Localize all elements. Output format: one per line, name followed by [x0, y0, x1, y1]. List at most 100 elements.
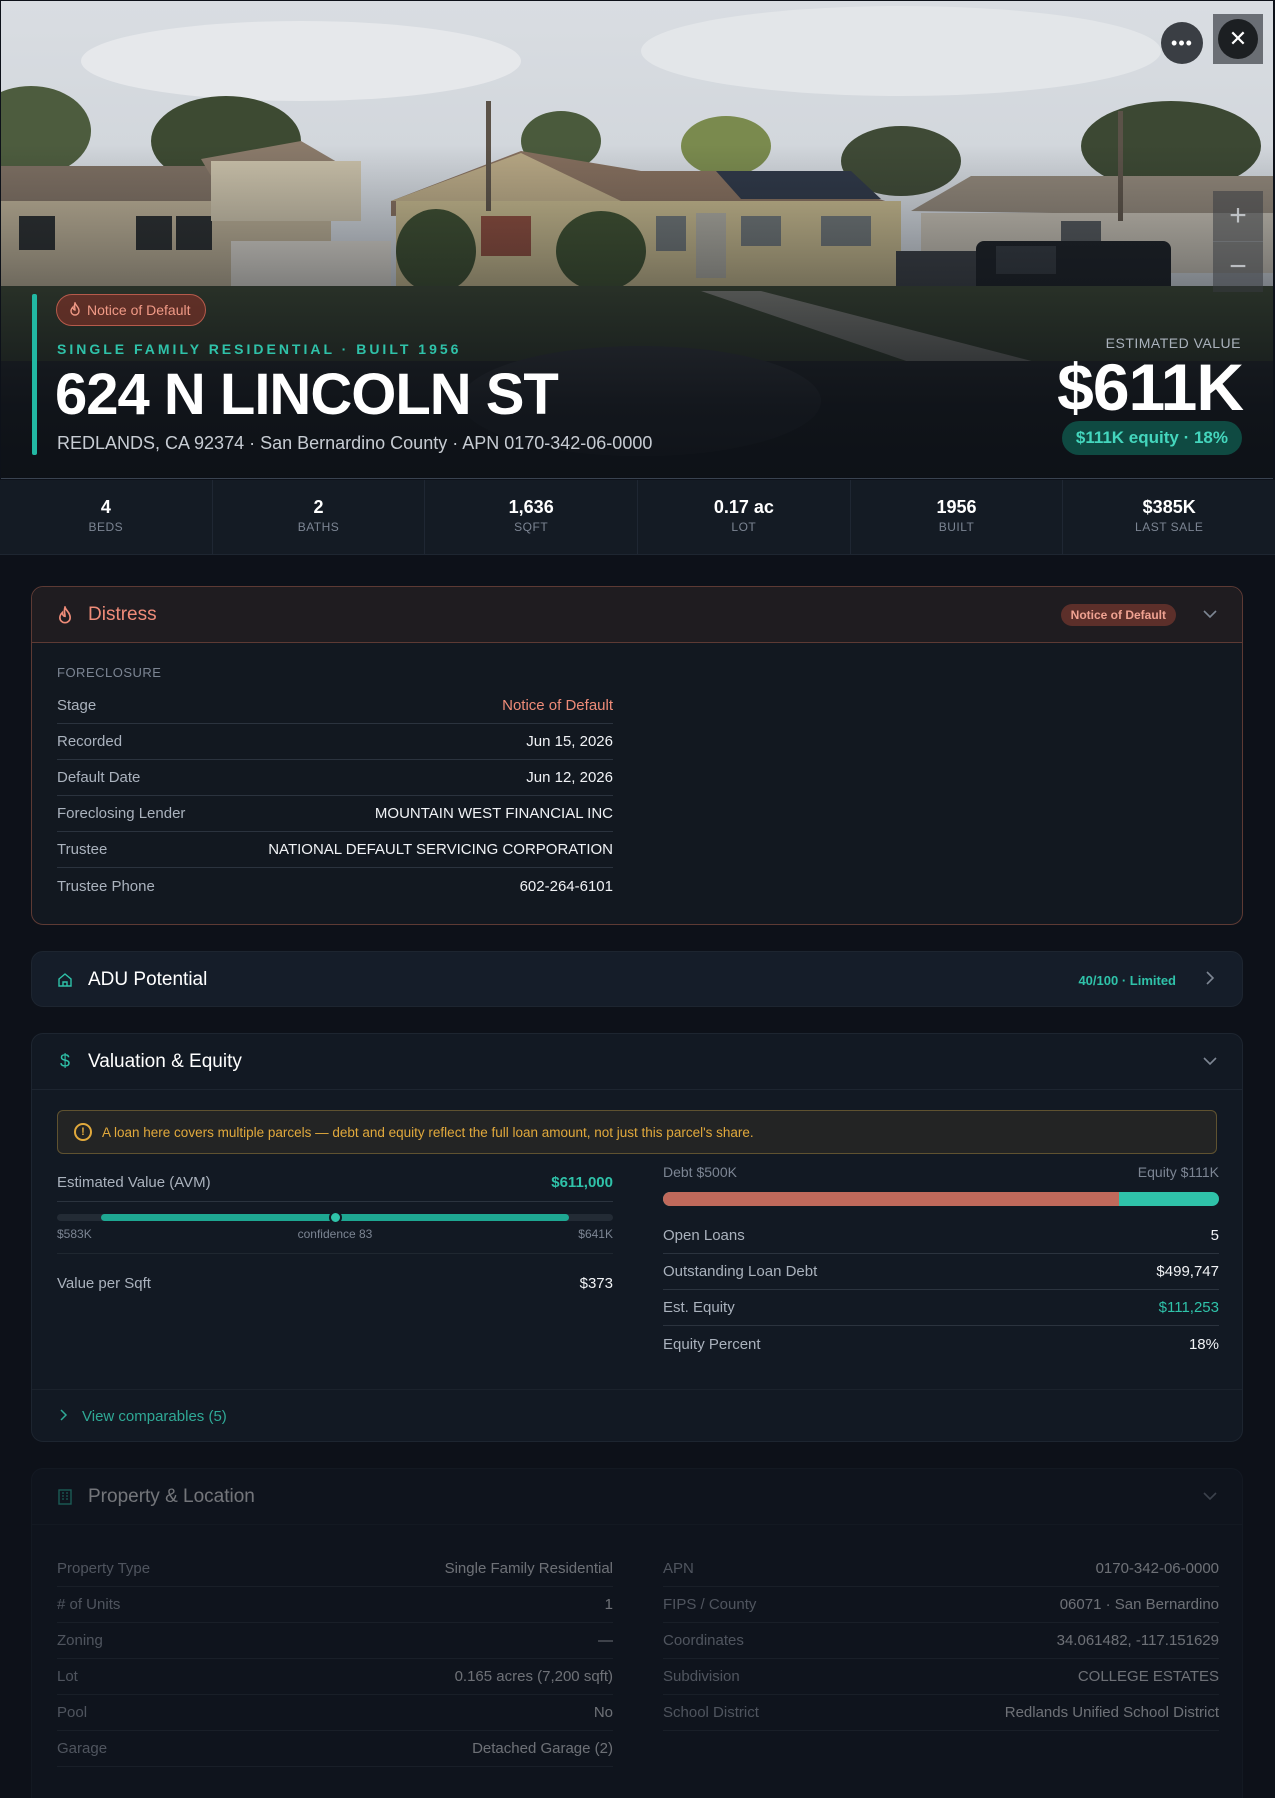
avm-label: Estimated Value (AVM) — [57, 1174, 211, 1191]
property-address: 624 N LINCOLN ST — [55, 362, 559, 427]
stat-built: 1956 BUILT — [851, 480, 1064, 554]
hero-accent-bar — [32, 294, 37, 455]
range-low: $583K — [57, 1227, 92, 1241]
stat-value: $385K — [1142, 497, 1196, 517]
kv-value: 0.165 acres (7,200 sqft) — [454, 1668, 613, 1685]
close-button[interactable]: ✕ — [1213, 14, 1263, 64]
kv-row-equity-percent: Equity Percent 18% — [663, 1326, 1219, 1362]
kv-value: $499,747 — [1156, 1263, 1219, 1280]
debt-equity-section: Debt $500K Equity $111K Open Loans 5 Out… — [663, 1164, 1219, 1362]
stat-value: 2 — [313, 497, 324, 517]
more-options-button[interactable]: ••• — [1161, 22, 1203, 64]
kv-key: Zoning — [57, 1632, 103, 1649]
kv-key: # of Units — [57, 1596, 121, 1613]
warning-icon: ! — [74, 1123, 92, 1141]
stat-label: BEDS — [88, 520, 124, 534]
kv-row-stage: Stage Notice of Default — [57, 688, 613, 724]
kv-value: COLLEGE ESTATES — [1077, 1668, 1219, 1685]
stat-label: BUILT — [938, 520, 975, 534]
kv-row-open-loans: Open Loans 5 — [663, 1218, 1219, 1254]
kv-value: 1 — [604, 1596, 613, 1613]
view-comparables-link[interactable]: View comparables (5) — [32, 1389, 1242, 1443]
vps-value: $373 — [579, 1275, 613, 1292]
kv-value: MOUNTAIN WEST FINANCIAL INC — [374, 805, 613, 822]
avm-row: Estimated Value (AVM) $611,000 — [57, 1164, 613, 1202]
avm-range-labels: $583K confidence 83 $641K — [57, 1227, 613, 1241]
kv-row-lot: Lot 0.165 acres (7,200 sqft) — [57, 1659, 613, 1695]
stat-value: 1,636 — [508, 497, 554, 517]
kv-value: 602-264-6101 — [519, 877, 613, 895]
adu-score: 40/100 · Limited — [1078, 972, 1176, 988]
chevron-down-icon[interactable] — [1202, 1488, 1218, 1506]
avm-range-marker — [329, 1211, 342, 1224]
kv-value: 06071 · San Bernardino — [1059, 1596, 1219, 1613]
debt-equity-labels: Debt $500K Equity $111K — [663, 1164, 1219, 1184]
zoom-in-button[interactable]: + — [1213, 191, 1263, 241]
kv-key: School District — [663, 1704, 759, 1721]
close-icon: ✕ — [1218, 19, 1258, 59]
kv-row-foreclosing-lender: Foreclosing Lender MOUNTAIN WEST FINANCI… — [57, 796, 613, 832]
building-icon — [56, 1488, 74, 1506]
kv-value: 5 — [1210, 1227, 1219, 1244]
kv-row-outstanding-debt: Outstanding Loan Debt $499,747 — [663, 1254, 1219, 1290]
kv-key: Trustee Phone — [57, 877, 155, 895]
adu-card-header[interactable]: ADU Potential 40/100 · Limited — [32, 952, 1242, 1008]
flame-icon — [69, 300, 81, 319]
zoom-out-button[interactable]: − — [1213, 241, 1263, 291]
ellipsis-icon: ••• — [1171, 32, 1193, 53]
property-card-header[interactable]: Property & Location — [32, 1469, 1242, 1525]
stat-label: BATHS — [297, 520, 340, 534]
stat-beds: 4 BEDS — [0, 480, 213, 554]
kv-value: Jun 15, 2026 — [526, 733, 613, 750]
kv-key: Property Type — [57, 1560, 151, 1577]
adu-potential-card[interactable]: ADU Potential 40/100 · Limited — [31, 951, 1243, 1007]
valuation-title: Valuation & Equity — [88, 1050, 242, 1072]
avm-value: $611,000 — [551, 1174, 613, 1191]
kv-key: Outstanding Loan Debt — [663, 1263, 818, 1280]
kv-key: Trustee — [57, 841, 108, 858]
kv-row-property-type: Property Type Single Family Residential — [57, 1551, 613, 1587]
kv-row-recorded: Recorded Jun 15, 2026 — [57, 724, 613, 760]
dollar-icon: $ — [59, 1051, 70, 1071]
valuation-card-header[interactable]: $ Valuation & Equity — [32, 1034, 1242, 1090]
kv-value: 0170-342-06-0000 — [1095, 1560, 1219, 1577]
distress-card-header[interactable]: Distress Notice of Default — [32, 587, 1242, 643]
kv-key: Equity Percent — [663, 1335, 761, 1353]
chevron-right-icon — [60, 1408, 68, 1425]
stat-last-sale: $385K LAST SALE — [1063, 480, 1275, 554]
kv-row-est-equity: Est. Equity $111,253 — [663, 1290, 1219, 1326]
stat-value: 1956 — [936, 497, 977, 517]
property-details-right: APN 0170-342-06-0000 FIPS / County 06071 ·… — [663, 1551, 1219, 1731]
estimated-value: $611K — [1057, 350, 1244, 424]
warning-text: A loan here covers multiple parcels — de… — [102, 1124, 754, 1140]
kv-value: $111,253 — [1158, 1299, 1219, 1316]
property-type-line: SINGLE FAMILY RESIDENTIAL · BUILT 1956 — [57, 341, 462, 357]
kv-key: Coordinates — [663, 1632, 744, 1649]
property-details-left: Property Type Single Family Residential #… — [57, 1551, 613, 1767]
kv-row-apn: APN 0170-342-06-0000 — [663, 1551, 1219, 1587]
kv-key: Default Date — [57, 769, 141, 786]
view-comparables-label: View comparables (5) — [82, 1408, 227, 1425]
distress-title: Distress — [88, 603, 157, 625]
stat-value: 0.17 ac — [713, 497, 774, 517]
distress-status-badge: Notice of Default — [1060, 603, 1176, 626]
map-zoom-control: + − — [1213, 191, 1263, 292]
avm-range-bar — [57, 1211, 613, 1224]
stat-label: LAST SALE — [1135, 520, 1204, 534]
stat-label: LOT — [731, 520, 757, 534]
kv-key: Est. Equity — [663, 1299, 735, 1316]
kv-row-default-date: Default Date Jun 12, 2026 — [57, 760, 613, 796]
kv-value: 34.061482, -117.151629 — [1056, 1632, 1219, 1649]
chevron-right-icon[interactable] — [1202, 970, 1218, 990]
kv-value: Jun 12, 2026 — [526, 769, 613, 786]
kv-key: Stage — [57, 697, 97, 714]
debt-label: Debt $500K — [663, 1164, 737, 1180]
chevron-down-icon[interactable] — [1202, 606, 1218, 624]
home-icon — [56, 971, 74, 989]
debt-fill — [663, 1192, 1119, 1206]
kv-row-trustee: Trustee NATIONAL DEFAULT SERVICING CORPO… — [57, 832, 613, 868]
chevron-down-icon[interactable] — [1202, 1053, 1218, 1071]
flame-icon — [56, 605, 74, 624]
stat-baths: 2 BATHS — [213, 480, 426, 554]
kv-key: Open Loans — [663, 1227, 745, 1244]
